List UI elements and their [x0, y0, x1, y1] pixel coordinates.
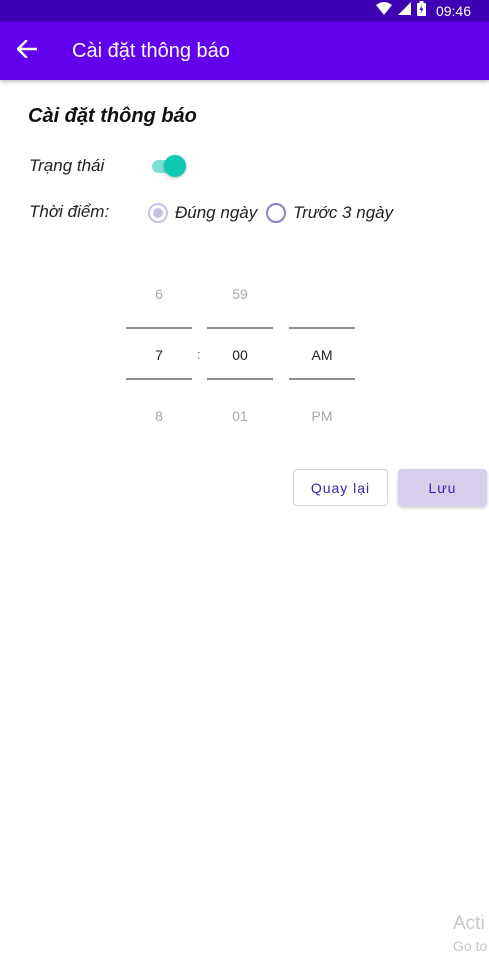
section-title: Cài đặt thông báo: [28, 105, 197, 127]
arrow-left-icon: [16, 38, 38, 63]
activation-watermark-title: Acti: [453, 913, 485, 934]
battery-icon: [416, 1, 426, 21]
ampm-divider-bottom: [289, 378, 355, 380]
hour-selected[interactable]: 7: [126, 347, 192, 363]
minute-prev[interactable]: 59: [207, 286, 273, 302]
time-label: Thời điểm:: [29, 202, 110, 221]
status-toggle[interactable]: [150, 155, 186, 177]
ampm-next[interactable]: PM: [289, 408, 355, 424]
minute-next[interactable]: 01: [207, 408, 273, 424]
hour-divider-top: [126, 327, 192, 329]
ampm-divider-top: [289, 327, 355, 329]
radio-on-the-day[interactable]: Đúng ngày: [148, 202, 257, 224]
radio-dot: [153, 208, 163, 218]
ampm-selected[interactable]: AM: [289, 347, 355, 363]
signal-icon: [397, 2, 411, 20]
app-bar-title: Cài đặt thông báo: [72, 40, 230, 62]
minute-divider-bottom: [207, 378, 273, 380]
back-button[interactable]: [14, 38, 40, 64]
activation-watermark-subtitle: Go to: [453, 938, 488, 954]
radio-checked-icon: [148, 203, 168, 223]
wifi-icon: [375, 2, 392, 20]
hour-prev[interactable]: 6: [126, 286, 192, 302]
status-bar: 09:46: [0, 0, 489, 22]
minute-selected[interactable]: 00: [207, 347, 273, 363]
hour-divider-bottom: [126, 378, 192, 380]
status-icons: 09:46: [375, 1, 471, 21]
time-separator: :: [197, 347, 201, 362]
minute-divider-top: [207, 327, 273, 329]
toggle-thumb: [164, 155, 186, 177]
radio-label-3-days-before: Trước 3 ngày: [293, 203, 394, 222]
radio-3-days-before[interactable]: Trước 3 ngày: [266, 202, 393, 224]
radio-unchecked-icon: [266, 203, 286, 223]
status-label: Trạng thái: [29, 156, 105, 175]
status-time: 09:46: [435, 3, 471, 19]
app-bar: Cài đặt thông báo: [0, 22, 489, 80]
radio-label-on-the-day: Đúng ngày: [175, 203, 258, 222]
save-button[interactable]: Lưu: [398, 469, 487, 506]
hour-next[interactable]: 8: [126, 408, 192, 424]
back-action-button[interactable]: Quay lại: [293, 469, 388, 506]
